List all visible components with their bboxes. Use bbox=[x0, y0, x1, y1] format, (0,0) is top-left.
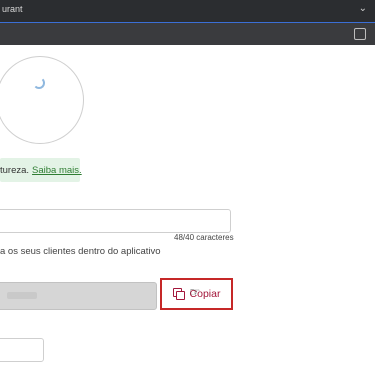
helper-text: a os seus clientes dentro do aplicativo bbox=[0, 246, 161, 257]
copy-icon bbox=[172, 288, 185, 300]
window-icon[interactable] bbox=[354, 28, 366, 40]
settings-content: tureza. Saiba mais. 48/40 caracteres a o… bbox=[0, 46, 375, 366]
browser-toolbar bbox=[0, 23, 375, 45]
info-banner: tureza. Saiba mais. bbox=[0, 158, 82, 182]
chevron-down-icon[interactable]: ⌄ bbox=[359, 4, 367, 14]
pointer-cursor-icon: ☞ bbox=[189, 285, 201, 299]
link-field-placeholder bbox=[7, 292, 37, 299]
browser-tab-bar: urant ⌄ bbox=[0, 0, 375, 23]
info-banner-text: tureza. bbox=[0, 164, 30, 176]
link-field[interactable] bbox=[0, 282, 157, 310]
name-input[interactable] bbox=[0, 209, 231, 233]
tab-title[interactable]: urant bbox=[2, 4, 23, 14]
character-counter: 48/40 caracteres bbox=[174, 233, 234, 242]
logo-upload-circle[interactable] bbox=[0, 56, 84, 144]
learn-more-link[interactable]: Saiba mais. bbox=[32, 165, 82, 176]
loading-arc-icon bbox=[33, 77, 45, 89]
copy-button[interactable]: Copiar ☞ bbox=[160, 278, 233, 310]
secondary-input[interactable] bbox=[0, 338, 44, 362]
